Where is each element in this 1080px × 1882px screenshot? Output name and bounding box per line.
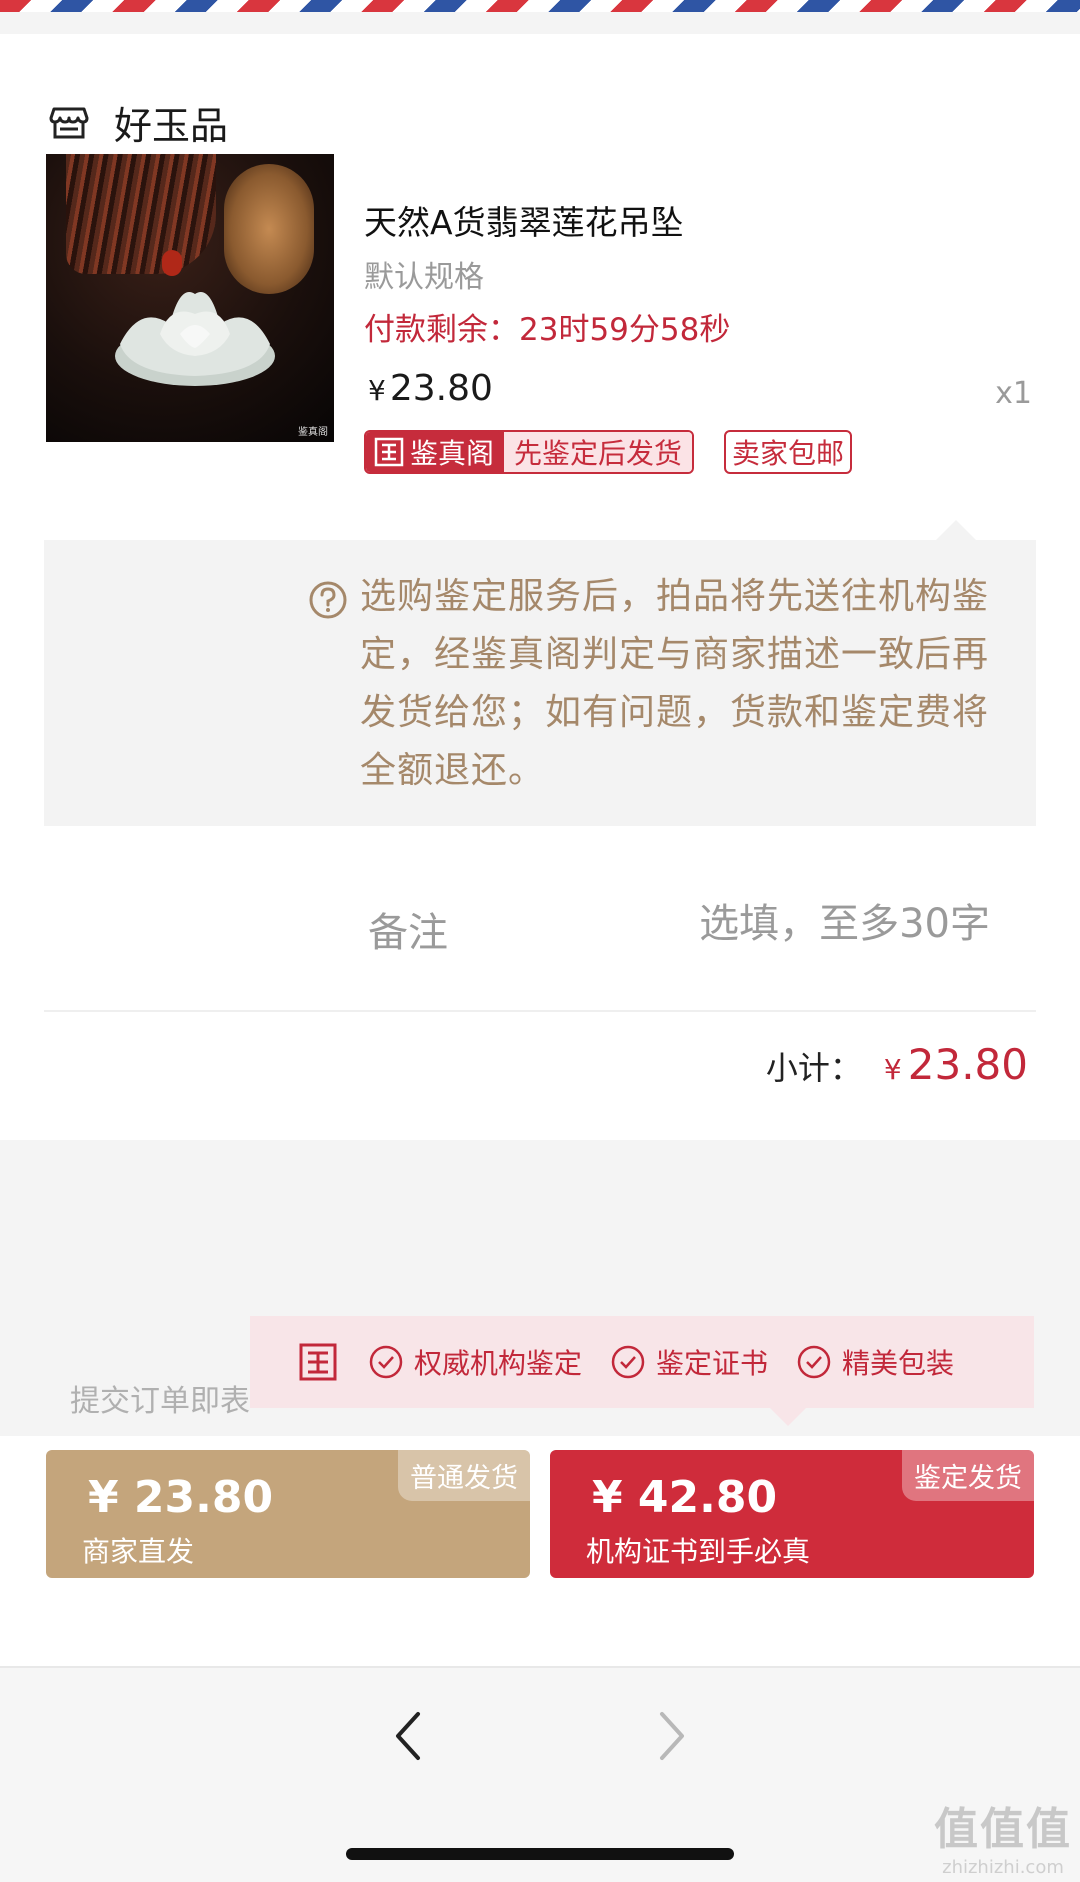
product-spec: 默认规格 bbox=[364, 260, 484, 295]
notice-text: 选购鉴定服务后，拍品将先送往机构鉴定，经鉴真阁判定与商家描述一致后再发货给您；如… bbox=[360, 576, 990, 791]
option-price: ¥ 23.80 bbox=[88, 1472, 274, 1523]
chevron-left-icon[interactable] bbox=[388, 1706, 428, 1766]
agreement-text[interactable]: 提交订单即表 bbox=[70, 1376, 250, 1420]
lotus-pendant-graphic bbox=[115, 292, 275, 386]
promo-item: 权威机构鉴定 bbox=[368, 1342, 582, 1382]
image-watermark: 鉴真阁 bbox=[298, 427, 328, 438]
check-circle-icon bbox=[797, 1345, 831, 1379]
remark-input[interactable] bbox=[600, 896, 990, 952]
promo-item-label: 精美包装 bbox=[842, 1347, 955, 1380]
promo-item: 精美包装 bbox=[796, 1342, 954, 1382]
watermark-small: zhizhizhi.com bbox=[942, 1857, 1064, 1878]
product-title[interactable]: 天然A货翡翠莲花吊坠 bbox=[364, 196, 684, 244]
chevron-right-icon[interactable] bbox=[652, 1706, 692, 1766]
shop-header[interactable]: 好玉品 bbox=[48, 92, 228, 152]
option-price: ¥ 42.80 bbox=[592, 1472, 778, 1523]
price-value: 23.80 bbox=[389, 368, 493, 409]
currency-symbol: ¥ bbox=[368, 374, 386, 407]
option-subtitle: 机构证书到手必真 bbox=[586, 1535, 811, 1568]
home-indicator[interactable] bbox=[346, 1848, 734, 1860]
subtotal-currency: ¥ bbox=[883, 1053, 902, 1086]
authentication-notice: 选购鉴定服务后，拍品将先送往机构鉴定，经鉴真阁判定与商家描述一致后再发货给您；如… bbox=[44, 520, 1036, 826]
option-tag: 普通发货 bbox=[398, 1450, 530, 1501]
jianzhenge-logo-icon bbox=[299, 1343, 337, 1381]
help-circle-icon bbox=[309, 581, 347, 619]
normal-shipping-button[interactable]: 普通发货 ¥ 23.80 商家直发 bbox=[46, 1450, 530, 1578]
watermark: 值值值 zhizhizhi.com bbox=[934, 1793, 1072, 1878]
subtotal-label: 小计： bbox=[765, 1049, 862, 1087]
promo-banner: 权威机构鉴定 鉴定证书 精美包装 bbox=[250, 1316, 1034, 1426]
watermark-big: 值值值 bbox=[934, 1804, 1072, 1855]
store-icon bbox=[49, 107, 89, 139]
promo-item-label: 鉴定证书 bbox=[656, 1347, 769, 1380]
subtotal: 小计： ¥ 23.80 bbox=[766, 1040, 1028, 1089]
authentication-badge: 鉴真阁 先鉴定后发货 bbox=[364, 430, 695, 474]
option-tag: 鉴定发货 bbox=[902, 1450, 1034, 1501]
authenticated-shipping-button[interactable]: 鉴定发货 ¥ 42.80 机构证书到手必真 bbox=[550, 1450, 1034, 1578]
shop-name: 好玉品 bbox=[114, 103, 229, 148]
remark-label: 备注 bbox=[368, 910, 448, 956]
divider bbox=[44, 1010, 1036, 1012]
option-subtitle: 商家直发 bbox=[82, 1535, 195, 1568]
badge-auth-text: 先鉴定后发货 bbox=[504, 432, 693, 472]
airmail-border bbox=[0, 0, 1080, 12]
product-price: ¥23.80 bbox=[368, 368, 493, 409]
badge-brand: 鉴真阁 bbox=[410, 437, 495, 470]
promo-item: 鉴定证书 bbox=[610, 1342, 768, 1382]
promo-item-label: 权威机构鉴定 bbox=[414, 1347, 583, 1380]
check-circle-icon bbox=[369, 1345, 403, 1379]
payment-countdown: 付款剩余：23时59分58秒 bbox=[364, 312, 731, 348]
check-circle-icon bbox=[611, 1345, 645, 1379]
product-image[interactable]: 鉴真阁 bbox=[46, 154, 334, 442]
free-shipping-badge: 卖家包邮 bbox=[724, 430, 853, 474]
product-quantity: x1 bbox=[995, 376, 1032, 411]
subtotal-value: 23.80 bbox=[907, 1040, 1028, 1089]
jianzhenge-logo-icon bbox=[374, 437, 404, 467]
checkout-bar: 普通发货 ¥ 23.80 商家直发 鉴定发货 ¥ 42.80 机构证书到手必真 bbox=[0, 1436, 1080, 1666]
